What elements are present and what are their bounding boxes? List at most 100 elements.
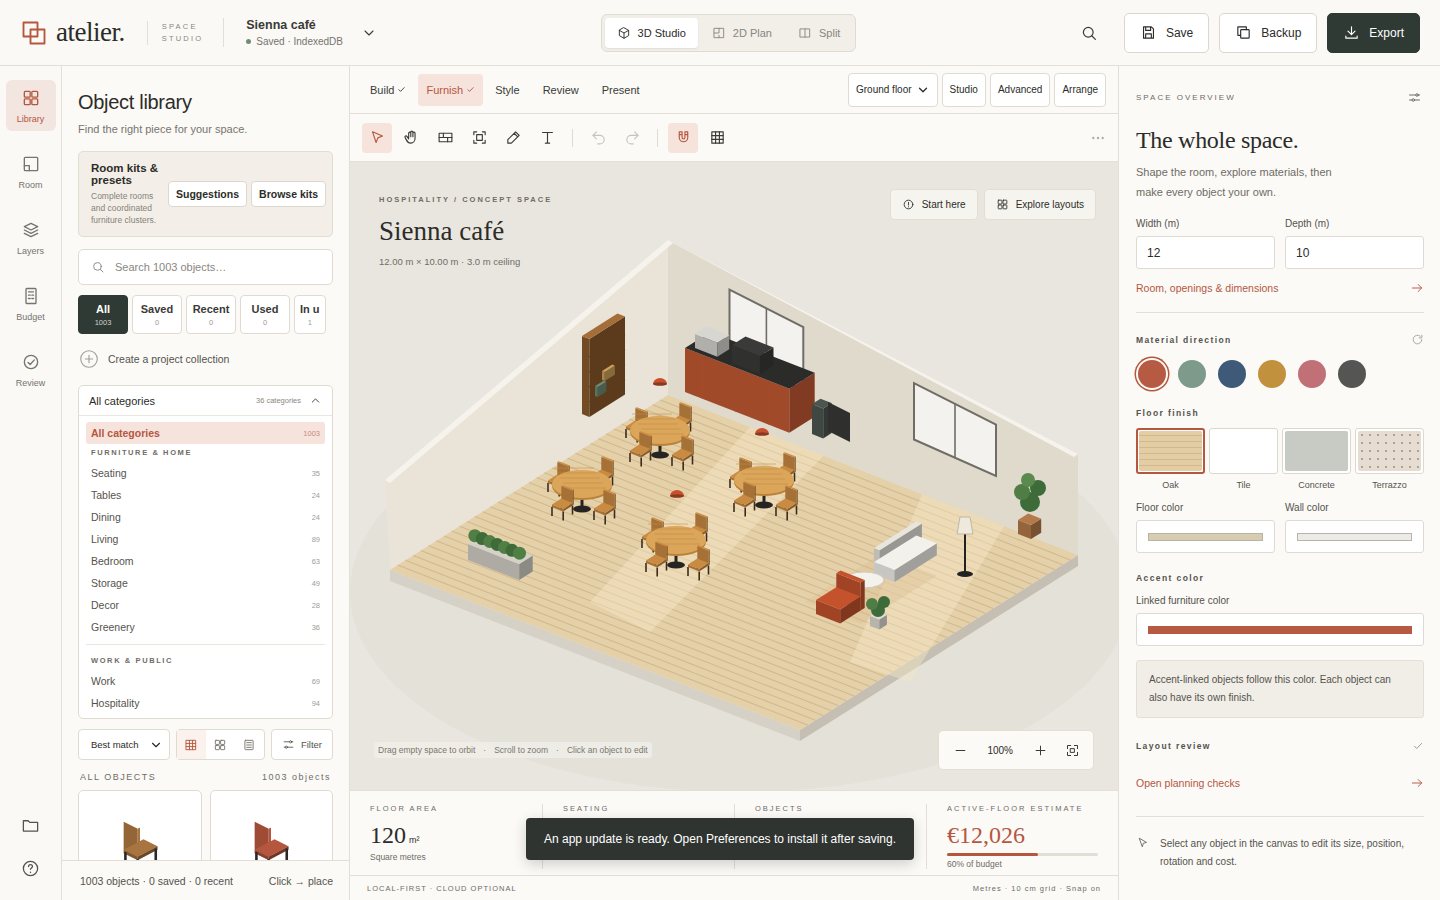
color-swatch[interactable] [1338, 360, 1366, 388]
category-row[interactable]: Hospitality94 [86, 692, 325, 714]
tool-button[interactable] [583, 123, 613, 153]
category-row[interactable]: Decor28 [86, 594, 325, 616]
project-switcher[interactable]: Sienna caféSaved · IndexedDB [223, 18, 377, 47]
tool-button[interactable] [532, 123, 562, 153]
kits-button[interactable]: Browse kits [251, 181, 326, 207]
chip-count: 0 [155, 318, 159, 327]
category-header[interactable]: All categories36 categories [79, 386, 332, 416]
view-toggle-button[interactable] [206, 730, 235, 759]
floor-select[interactable]: Ground floor [848, 73, 938, 107]
accent-input[interactable] [1136, 613, 1424, 646]
category-row[interactable]: Dining24 [86, 506, 325, 528]
room-view-part-part [816, 587, 861, 609]
category-row[interactable]: Storage49 [86, 572, 325, 594]
mode-tab[interactable]: Build [362, 74, 414, 106]
color-input[interactable] [1285, 520, 1424, 553]
sort-select[interactable]: Best match [78, 729, 170, 760]
search-icon-part-part [100, 269, 103, 272]
panel-button[interactable]: Advanced [990, 73, 1050, 107]
rail-item[interactable]: Library [6, 80, 56, 131]
room-view-part-part [566, 488, 606, 489]
search-field[interactable] [78, 249, 333, 285]
backup-button[interactable]: Backup [1219, 13, 1317, 53]
tool-button[interactable] [396, 123, 426, 153]
tool-button[interactable] [668, 123, 698, 153]
finish-frame [1136, 428, 1205, 474]
finish-option[interactable]: Concrete [1282, 428, 1351, 490]
rail-item[interactable]: Review [6, 344, 56, 395]
frame-icon [471, 129, 488, 146]
mode-toolbar: Build Furnish StyleReviewPresent Ground flo… [350, 66, 1118, 114]
start-here-button[interactable]: Start here [890, 189, 978, 220]
rail-item[interactable]: Room [6, 146, 56, 197]
rail-item[interactable]: Layers [6, 212, 56, 263]
panel-button[interactable]: Arrange [1054, 73, 1106, 107]
color-swatch[interactable] [1138, 360, 1166, 388]
finish-option[interactable]: Oak [1136, 428, 1205, 490]
logo[interactable]: atelier. [20, 17, 125, 48]
tool-button[interactable] [464, 123, 494, 153]
view-toggle-button[interactable] [235, 730, 264, 759]
filter-chip[interactable]: Saved0 [132, 295, 182, 334]
finish-option[interactable]: Terrazzo [1355, 428, 1424, 490]
button-label: Explore layouts [1016, 199, 1084, 210]
filter-chip[interactable]: Used0 [240, 295, 290, 334]
tool-button[interactable] [617, 123, 647, 153]
filter-button[interactable]: Filter [271, 729, 333, 760]
zoom-in-button[interactable] [1027, 737, 1053, 763]
tool-button[interactable] [702, 123, 732, 153]
view-mode-tab[interactable]: 3D Studio [605, 18, 698, 48]
search-input[interactable] [113, 260, 320, 274]
tool-button[interactable] [362, 123, 392, 153]
color-swatch[interactable] [1178, 360, 1206, 388]
dimension-input[interactable] [1136, 236, 1275, 269]
view-mode-tab[interactable]: Split [786, 18, 852, 48]
filter-chip[interactable]: In u1 [294, 295, 326, 334]
dimension-input[interactable] [1285, 236, 1424, 269]
color-swatch[interactable] [1298, 360, 1326, 388]
filter-chip[interactable]: All1003 [78, 295, 128, 334]
object-card[interactable] [78, 790, 202, 860]
export-button[interactable]: Export [1327, 13, 1420, 53]
panel-button[interactable]: Studio [942, 73, 986, 107]
category-row[interactable]: Work69 [86, 670, 325, 692]
room-view-part-part [697, 545, 710, 550]
room-link[interactable]: Room, openings & dimensions [1136, 281, 1424, 313]
mode-label: Furnish [426, 84, 463, 96]
room-view-part-part [629, 453, 631, 462]
category-row[interactable]: Seating35 [86, 462, 325, 484]
color-swatch[interactable] [1218, 360, 1246, 388]
zoom-out-button[interactable] [947, 737, 973, 763]
category-row[interactable]: Greenery36 [86, 616, 325, 638]
create-collection[interactable]: Create a project collection [78, 348, 333, 370]
color-swatch[interactable] [1258, 360, 1286, 388]
planning-link[interactable]: Open planning checks [1136, 776, 1424, 817]
color-input[interactable] [1136, 520, 1275, 553]
button-label: Start here [922, 199, 966, 210]
view-toggle-button[interactable] [177, 730, 206, 759]
tool-button[interactable] [430, 123, 460, 153]
category-row[interactable]: Tables24 [86, 484, 325, 506]
rail-item[interactable]: Budget [6, 278, 56, 329]
mode-tab[interactable]: Furnish [418, 74, 483, 106]
section-label: Floor finish [1136, 408, 1424, 418]
design-canvas[interactable]: HOSPITALITY / CONCEPT SPACESienna café12… [350, 162, 1118, 790]
explore-layouts-button[interactable]: Explore layouts [984, 189, 1096, 220]
update-toast[interactable]: An app update is ready. Open Preferences… [526, 818, 914, 860]
tool-button[interactable] [498, 123, 528, 153]
object-card[interactable] [210, 790, 334, 860]
finish-option[interactable]: Tile [1209, 428, 1278, 490]
view-mode-tab[interactable]: 2D Plan [700, 18, 784, 48]
mode-tab[interactable]: Style [487, 74, 530, 106]
room-view-part-part [660, 544, 700, 545]
category-row[interactable]: All categories1003 [86, 422, 325, 444]
mode-tab[interactable]: Present [594, 74, 651, 106]
kits-button[interactable]: Suggestions [168, 181, 247, 207]
filter-chip[interactable]: Recent0 [186, 295, 236, 334]
fit-button[interactable] [1059, 737, 1085, 763]
save-button[interactable]: Save [1124, 13, 1209, 53]
mode-tab[interactable]: Review [535, 74, 590, 106]
rail-label: Review [16, 378, 46, 388]
category-row[interactable]: Bedroom63 [86, 550, 325, 572]
category-row[interactable]: Living89 [86, 528, 325, 550]
